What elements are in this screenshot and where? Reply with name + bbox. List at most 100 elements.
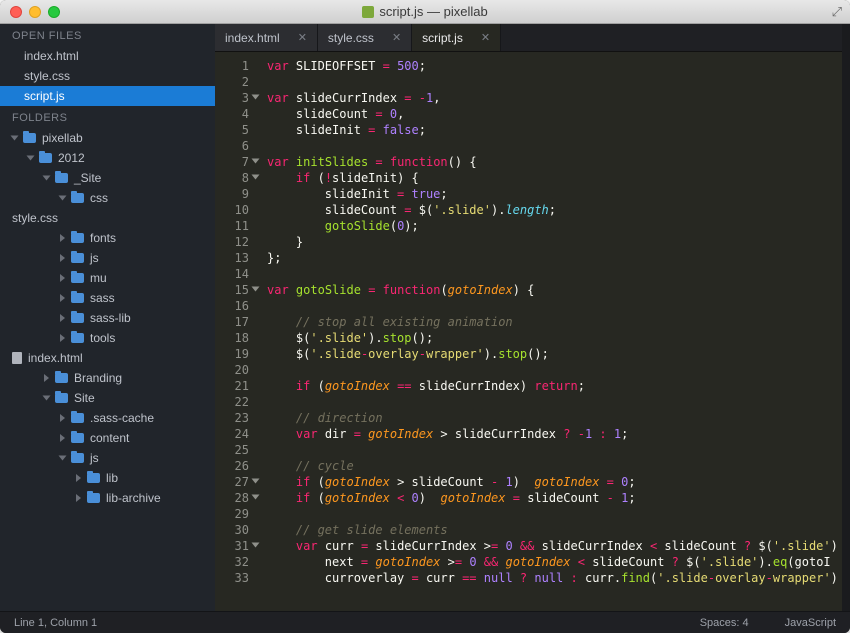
chevron-down-icon xyxy=(11,136,19,141)
editor: index.html ✕ style.css ✕ script.js✕ 123456… xyxy=(215,24,842,611)
folder-icon xyxy=(71,293,84,303)
folder-row[interactable]: lib xyxy=(0,468,215,488)
folder-row[interactable]: .sass-cache xyxy=(0,408,215,428)
tab-label: index.html xyxy=(225,31,280,45)
folder-icon xyxy=(71,333,84,343)
statusbar: Line 1, Column 1 Spaces: 4 JavaScript xyxy=(0,611,850,633)
folder-label: js xyxy=(90,451,99,465)
folder-label: lib-archive xyxy=(106,491,161,505)
file-label: style.css xyxy=(12,211,58,225)
tab-label: style.css xyxy=(328,31,374,45)
gutter: 1234567891011121314151617181920212223242… xyxy=(215,52,255,611)
folder-icon xyxy=(71,193,84,203)
folder-row[interactable]: css xyxy=(0,188,215,208)
folder-icon xyxy=(87,493,100,503)
folder-label: content xyxy=(90,431,129,445)
file-row[interactable]: index.html xyxy=(0,348,215,368)
folder-row[interactable]: Branding xyxy=(0,368,215,388)
folder-row[interactable]: _Site xyxy=(0,168,215,188)
folder-icon xyxy=(71,413,84,423)
chevron-right-icon xyxy=(60,234,65,242)
folder-label: css xyxy=(90,191,108,205)
file-row[interactable]: style.css xyxy=(0,208,215,228)
close-icon[interactable] xyxy=(10,6,22,18)
code-area[interactable]: 1234567891011121314151617181920212223242… xyxy=(215,52,842,611)
status-language[interactable]: JavaScript xyxy=(785,617,836,629)
titlebar: script.js — pixellab ⤢ xyxy=(0,0,850,24)
chevron-right-icon xyxy=(76,494,81,502)
chevron-right-icon xyxy=(44,374,49,382)
sidebar: OPEN FILES index.html style.css script.j… xyxy=(0,24,215,611)
folder-icon xyxy=(87,473,100,483)
folder-row[interactable]: tools xyxy=(0,328,215,348)
folder-icon xyxy=(71,433,84,443)
chevron-down-icon xyxy=(59,456,67,461)
folder-label: 2012 xyxy=(58,151,85,165)
folder-row[interactable]: js xyxy=(0,448,215,468)
tab-index-html[interactable]: index.html ✕ xyxy=(215,24,318,51)
chevron-down-icon xyxy=(27,156,35,161)
window-title: script.js — pixellab xyxy=(0,4,850,19)
tab-script-js[interactable]: script.js✕ xyxy=(412,24,501,51)
chevron-down-icon xyxy=(43,396,51,401)
file-label: index.html xyxy=(28,351,83,365)
chevron-right-icon xyxy=(60,314,65,322)
folder-row[interactable]: fonts xyxy=(0,228,215,248)
folder-row[interactable]: js xyxy=(0,248,215,268)
folder-label: lib xyxy=(106,471,118,485)
chevron-right-icon xyxy=(60,294,65,302)
close-icon[interactable]: ✕ xyxy=(481,31,490,44)
folder-icon xyxy=(39,153,52,163)
open-file-label: script.js xyxy=(24,89,65,103)
chevron-right-icon xyxy=(76,474,81,482)
chevron-right-icon xyxy=(60,254,65,262)
close-icon[interactable]: ✕ xyxy=(392,31,401,44)
folder-label: _Site xyxy=(74,171,101,185)
folder-row[interactable]: sass xyxy=(0,288,215,308)
code-content[interactable]: var SLIDEOFFSET = 500; var slideCurrInde… xyxy=(255,52,842,611)
maximize-icon[interactable] xyxy=(48,6,60,18)
folder-row[interactable]: 2012 xyxy=(0,148,215,168)
folder-label: .sass-cache xyxy=(90,411,154,425)
folder-row[interactable]: lib-archive xyxy=(0,488,215,508)
window-title-text: script.js — pixellab xyxy=(379,4,487,19)
chevron-down-icon xyxy=(43,176,51,181)
status-cursor: Line 1, Column 1 xyxy=(14,617,97,629)
folder-row[interactable]: mu xyxy=(0,268,215,288)
app-window: script.js — pixellab ⤢ OPEN FILES index.… xyxy=(0,0,850,633)
chevron-right-icon xyxy=(60,414,65,422)
minimize-icon[interactable] xyxy=(29,6,41,18)
traffic-lights xyxy=(0,6,60,18)
folder-icon xyxy=(71,453,84,463)
folder-icon xyxy=(71,273,84,283)
folder-label: Branding xyxy=(74,371,122,385)
folder-icon xyxy=(23,133,36,143)
tabs: index.html ✕ style.css ✕ script.js✕ xyxy=(215,24,842,52)
folder-row[interactable]: Site xyxy=(0,388,215,408)
folder-icon xyxy=(71,233,84,243)
folder-icon xyxy=(71,253,84,263)
folders-heading: FOLDERS xyxy=(0,106,215,128)
folder-row[interactable]: pixellab xyxy=(0,128,215,148)
open-file-item[interactable]: script.js xyxy=(0,86,215,106)
folder-label: Site xyxy=(74,391,95,405)
folder-row[interactable]: content xyxy=(0,428,215,448)
folder-label: mu xyxy=(90,271,107,285)
folder-row[interactable]: sass-lib xyxy=(0,308,215,328)
open-file-label: style.css xyxy=(24,69,70,83)
file-icon xyxy=(12,352,22,364)
tab-style-css[interactable]: style.css ✕ xyxy=(318,24,412,51)
folder-icon xyxy=(71,313,84,323)
chevron-right-icon xyxy=(60,274,65,282)
zoom-icon[interactable]: ⤢ xyxy=(832,4,842,20)
open-file-item[interactable]: index.html xyxy=(0,46,215,66)
document-icon xyxy=(362,6,374,18)
folder-icon xyxy=(55,373,68,383)
folder-icon xyxy=(55,173,68,183)
folder-label: tools xyxy=(90,331,115,345)
status-spaces[interactable]: Spaces: 4 xyxy=(700,617,749,629)
scrollbar[interactable] xyxy=(842,24,850,611)
chevron-right-icon xyxy=(60,334,65,342)
close-icon[interactable]: ✕ xyxy=(298,31,307,44)
open-file-item[interactable]: style.css xyxy=(0,66,215,86)
